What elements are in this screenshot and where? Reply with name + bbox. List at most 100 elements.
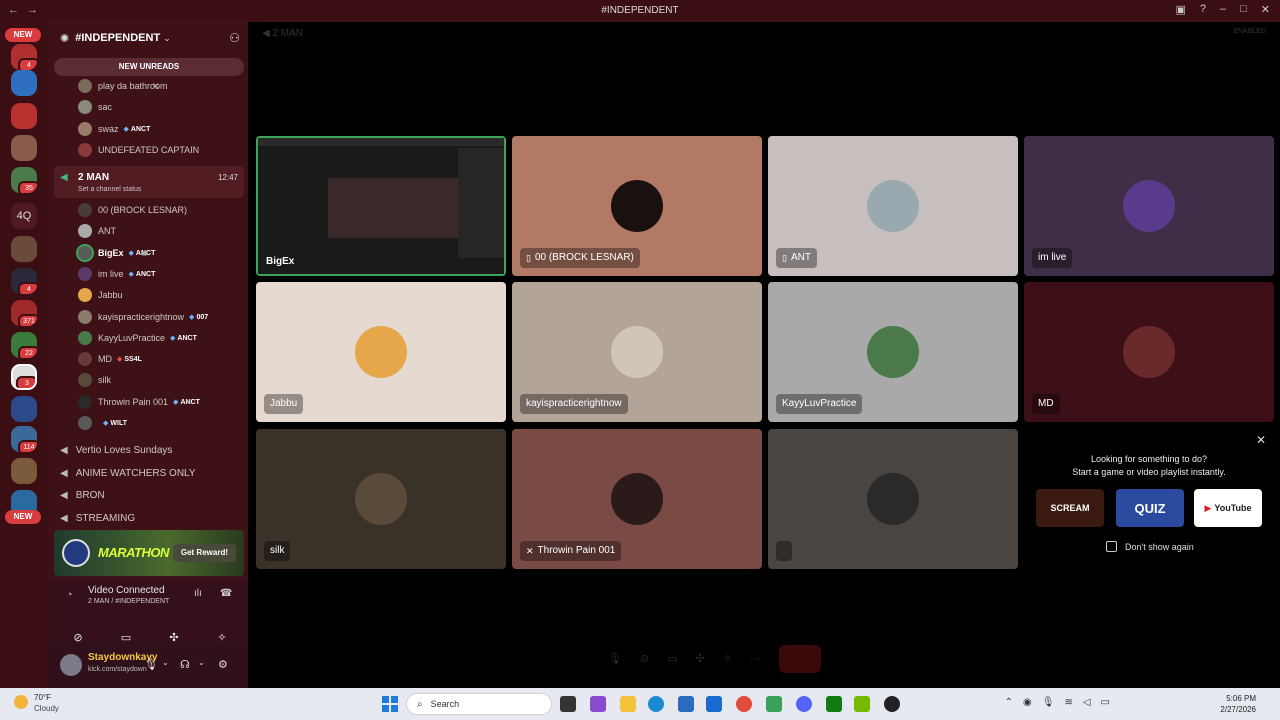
inbox-icon[interactable]: ▣ bbox=[1175, 3, 1185, 16]
tray-app-icon[interactable]: ◉ bbox=[1023, 697, 1032, 708]
member-row[interactable]: swaz ◆ ANCT bbox=[78, 119, 150, 139]
outlook-icon[interactable] bbox=[706, 696, 722, 712]
headphones-icon[interactable]: ☊ bbox=[180, 658, 190, 671]
voice-channel[interactable]: ◀ STREAMING bbox=[54, 507, 244, 529]
video-tile[interactable]: Jabbu bbox=[256, 282, 506, 422]
mic-icon[interactable]: 🎙 bbox=[1042, 697, 1055, 708]
member-row[interactable]: kayispracticerightnow ◆ 007 bbox=[78, 307, 208, 327]
chrome-icon[interactable] bbox=[736, 696, 752, 712]
start-button[interactable] bbox=[382, 696, 398, 712]
disconnect-icon[interactable]: ☎ bbox=[220, 588, 232, 599]
server-icon[interactable] bbox=[11, 135, 37, 161]
video-tile[interactable]: kayispracticerightnow bbox=[512, 282, 762, 422]
help-icon[interactable]: ? bbox=[1200, 3, 1206, 16]
discord-icon[interactable] bbox=[796, 696, 812, 712]
video-tile[interactable]: im live bbox=[1024, 136, 1274, 276]
member-row[interactable]: sac bbox=[78, 97, 112, 117]
member-row[interactable]: MD ◆ SS4L bbox=[78, 349, 142, 369]
gear-icon[interactable]: ⚙ bbox=[218, 658, 228, 671]
soundboard-icon[interactable]: ✧ bbox=[723, 652, 732, 673]
more-icon[interactable]: ⋯ bbox=[750, 652, 761, 673]
video-tile[interactable]: MD bbox=[1024, 282, 1274, 422]
video-tile[interactable]: ✕ Throwin Pain 001 bbox=[512, 429, 762, 569]
app-icon[interactable] bbox=[590, 696, 606, 712]
server-icon[interactable]: 114 bbox=[11, 426, 37, 452]
chevron-down-icon[interactable]: ⌄ bbox=[162, 658, 169, 667]
new-badge-bottom[interactable]: NEW bbox=[5, 510, 41, 524]
server-icon[interactable]: 4 bbox=[11, 268, 37, 294]
server-icon-4q[interactable]: 4Q bbox=[11, 203, 37, 229]
promo-banner[interactable]: MARATHON Get Reward! bbox=[54, 530, 244, 576]
chevron-up-icon[interactable]: ⌃ bbox=[1005, 697, 1013, 708]
task-view-icon[interactable] bbox=[560, 696, 576, 712]
volume-icon[interactable]: ◁ bbox=[1083, 697, 1091, 708]
leave-call-button[interactable] bbox=[779, 645, 822, 673]
server-icon[interactable] bbox=[11, 396, 37, 422]
server-icon[interactable]: 4 bbox=[11, 44, 37, 70]
member-row[interactable]: im live ◆ ANCT bbox=[78, 264, 155, 284]
mic-icon[interactable]: 🎙 bbox=[144, 658, 158, 671]
server-icon[interactable]: 3 bbox=[11, 364, 37, 390]
video-tile[interactable]: KayyLuvPractice bbox=[768, 282, 1018, 422]
file-explorer-icon[interactable] bbox=[620, 696, 636, 712]
clock[interactable]: 5:06 PM 2/27/2026 bbox=[1220, 693, 1256, 715]
channel-status[interactable]: Set a channel status bbox=[78, 186, 141, 193]
member-row[interactable]: play da bathroom ✕ bbox=[78, 76, 168, 96]
close-button[interactable]: ✕ bbox=[1261, 3, 1270, 16]
member-row[interactable]: ANT bbox=[78, 221, 116, 241]
server-icon[interactable]: 371 bbox=[11, 300, 37, 326]
member-row[interactable]: silk bbox=[78, 370, 111, 390]
member-row[interactable]: 00 (BROCK LESNAR) bbox=[78, 200, 187, 220]
voice-channel-2-man[interactable]: ◀ 2 MAN Set a channel status 12:47 bbox=[54, 166, 244, 198]
video-tile[interactable]: ▯ 00 (BROCK LESNAR) bbox=[512, 136, 762, 276]
get-reward-button[interactable]: Get Reward! bbox=[172, 544, 236, 562]
edge-icon[interactable] bbox=[648, 696, 664, 712]
app-icon[interactable] bbox=[884, 696, 900, 712]
dont-show-checkbox[interactable]: Don't show again bbox=[1106, 541, 1194, 552]
minimize-button[interactable]: – bbox=[1220, 3, 1226, 16]
server-icon[interactable]: 35 bbox=[11, 167, 37, 193]
signal-icon[interactable]: ◔ bbox=[66, 589, 73, 601]
screen-share-icon[interactable]: ▭ bbox=[667, 652, 677, 673]
voice-location[interactable]: 2 MAN / #INDEPENDENT bbox=[88, 598, 169, 605]
maximize-button[interactable]: □ bbox=[1240, 3, 1247, 16]
server-icon[interactable] bbox=[11, 236, 37, 262]
video-tile-screen-share[interactable]: BigEx bbox=[256, 136, 506, 276]
wifi-icon[interactable]: ≋ bbox=[1064, 697, 1072, 708]
video-tile[interactable] bbox=[768, 429, 1018, 569]
video-tile[interactable]: ▯ ANT bbox=[768, 136, 1018, 276]
close-icon[interactable]: ✕ bbox=[1256, 433, 1266, 447]
voice-channel[interactable]: ◀ ANIME WATCHERS ONLY bbox=[54, 462, 244, 484]
noise-suppression-icon[interactable]: ılı bbox=[194, 588, 202, 599]
video-tile[interactable]: silk bbox=[256, 429, 506, 569]
store-icon[interactable] bbox=[678, 696, 694, 712]
voice-channel[interactable]: ◀ Vertio Loves Sundays bbox=[54, 439, 244, 461]
server-header[interactable]: ✺ #INDEPENDENT ⌄ ⚇ bbox=[48, 22, 248, 54]
avatar[interactable] bbox=[60, 654, 82, 676]
activity-youtube[interactable]: ▶ YouTube bbox=[1194, 489, 1262, 527]
app-icon[interactable] bbox=[766, 696, 782, 712]
new-unreads-pill[interactable]: NEW UNREADS bbox=[54, 58, 244, 76]
xbox-icon[interactable] bbox=[826, 696, 842, 712]
server-icon[interactable] bbox=[11, 458, 37, 484]
activities-icon[interactable]: ✣ bbox=[696, 652, 705, 673]
member-row[interactable]: UNDEFEATED CAPTAIN bbox=[78, 140, 199, 160]
server-icon[interactable] bbox=[11, 103, 37, 129]
chevron-down-icon[interactable]: ⌄ bbox=[198, 658, 205, 667]
member-row[interactable]: KayyLuvPractice ◆ ANCT bbox=[78, 328, 197, 348]
taskbar-search[interactable]: ⌕ Search bbox=[406, 693, 552, 715]
new-badge-top[interactable]: NEW bbox=[5, 28, 41, 42]
camera-icon[interactable]: ⊘ bbox=[640, 652, 649, 673]
voice-channel[interactable]: ◀ BRON bbox=[54, 484, 244, 506]
mic-icon[interactable]: 🎙 bbox=[608, 652, 622, 673]
member-row[interactable]: Throwin Pain 001 ◆ ANCT ✕ bbox=[78, 392, 200, 412]
member-row[interactable]: Jabbu bbox=[78, 285, 123, 305]
nvidia-icon[interactable] bbox=[854, 696, 870, 712]
member-row[interactable]: ◆ WILT bbox=[78, 413, 127, 433]
battery-icon[interactable]: ▭ bbox=[1101, 697, 1110, 708]
activity-scream[interactable]: SCREAM bbox=[1036, 489, 1104, 527]
invite-icon[interactable]: ⚇ bbox=[229, 31, 240, 45]
activity-quiz[interactable]: QUIZ bbox=[1116, 489, 1184, 527]
server-icon[interactable] bbox=[11, 70, 37, 96]
server-icon[interactable]: 22 bbox=[11, 332, 37, 358]
